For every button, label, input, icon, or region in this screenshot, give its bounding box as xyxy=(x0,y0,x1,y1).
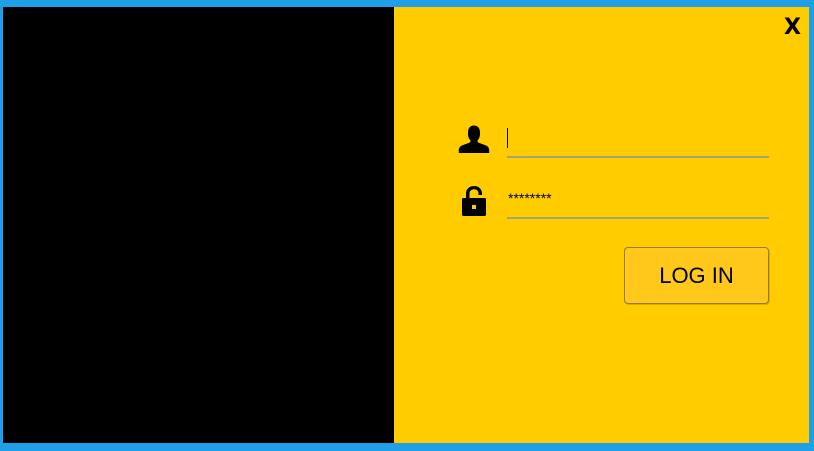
login-window: X ******** LOG IN xyxy=(3,7,809,443)
password-masked-text: ******** xyxy=(508,190,552,206)
close-button[interactable]: X xyxy=(784,16,801,40)
login-button[interactable]: LOG IN xyxy=(624,247,769,304)
login-panel: X ******** LOG IN xyxy=(394,7,809,443)
user-icon xyxy=(458,125,490,153)
username-field[interactable] xyxy=(507,128,769,158)
unlock-icon xyxy=(462,186,486,216)
image-panel xyxy=(3,7,394,443)
